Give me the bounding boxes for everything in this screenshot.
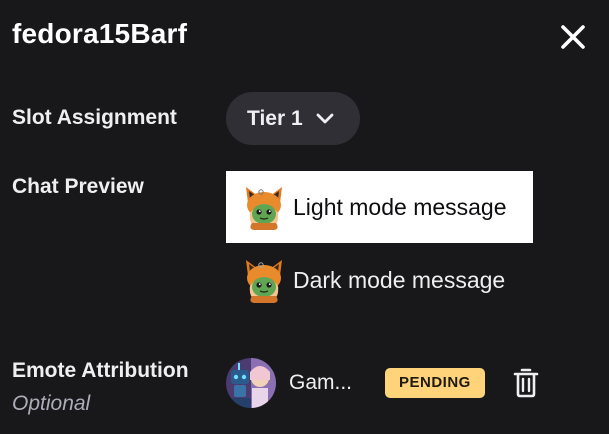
light-mode-preview: Light mode message (226, 171, 533, 243)
slot-assignment-label: Slot Assignment (12, 106, 177, 129)
delete-attribution-button[interactable] (511, 366, 541, 400)
emote-attribution-label: Emote Attribution (12, 359, 189, 382)
emote-settings-panel: fedora15Barf Slot Assignment Tier 1 Chat… (0, 0, 609, 434)
attribution-creator-name[interactable]: Gam... (289, 371, 371, 395)
dark-mode-preview: Dark mode message (226, 244, 533, 316)
attribution-entry: Gam... PENDING (226, 356, 541, 410)
fox-emote-icon (246, 187, 282, 230)
chat-preview-label: Chat Preview (12, 175, 144, 198)
trash-icon (513, 368, 539, 398)
status-badge: PENDING (385, 368, 485, 398)
close-button[interactable] (556, 20, 590, 54)
emote-attribution-optional: Optional (12, 392, 91, 415)
light-mode-message: Light mode message (293, 193, 507, 220)
emote-name-title: fedora15Barf (12, 18, 188, 49)
close-icon (561, 25, 585, 49)
chevron-down-icon (315, 112, 335, 126)
creator-avatar[interactable] (226, 358, 276, 408)
dark-mode-message: Dark mode message (293, 266, 506, 293)
fox-emote-icon (246, 260, 282, 303)
slot-tier-select[interactable]: Tier 1 (226, 92, 360, 145)
slot-tier-value: Tier 1 (247, 106, 303, 130)
